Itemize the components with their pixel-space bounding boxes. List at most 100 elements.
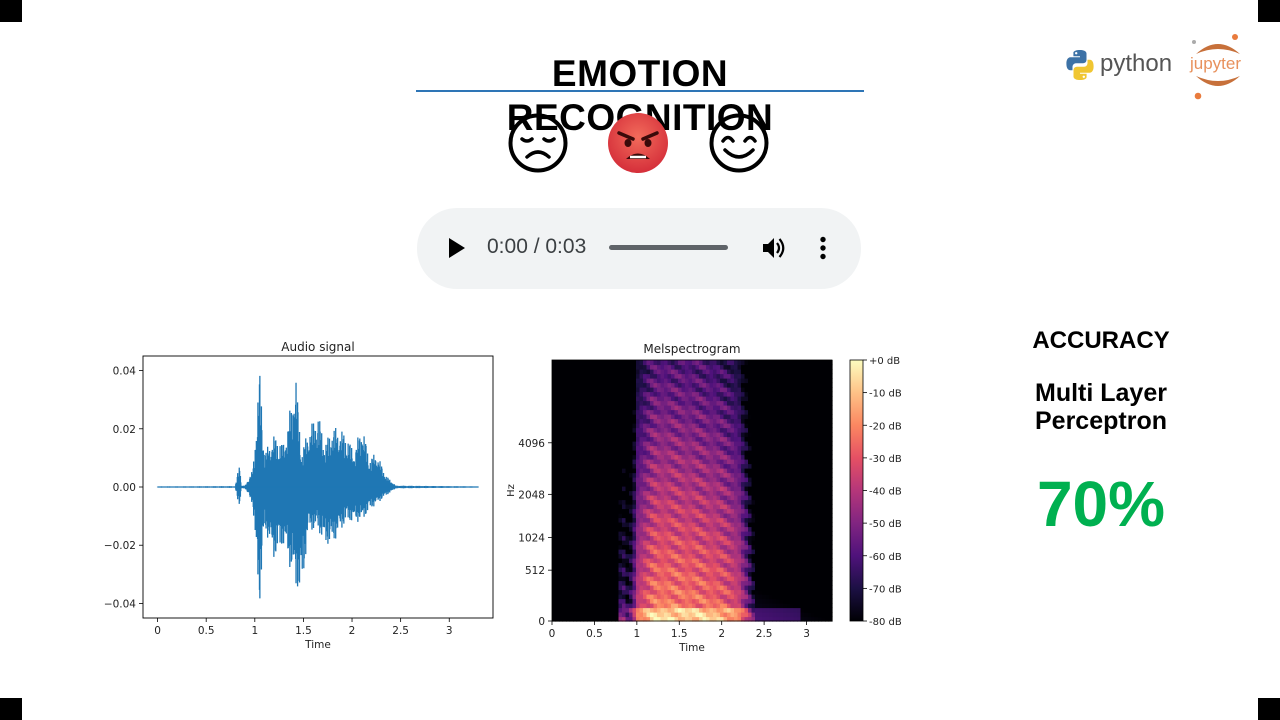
spectrogram-cell xyxy=(646,513,651,519)
spectrogram-cell xyxy=(793,432,798,438)
spectrogram-cell xyxy=(800,598,805,604)
spectrogram-cell xyxy=(639,549,644,555)
spectrogram-cell xyxy=(625,387,630,393)
spectrogram-cell xyxy=(825,445,830,451)
spectrogram-cell xyxy=(636,486,641,492)
play-icon[interactable] xyxy=(447,237,467,259)
spectrogram-cell xyxy=(625,378,630,384)
spectrogram-cell xyxy=(706,481,711,487)
spectrogram-cell xyxy=(737,364,742,370)
spectrogram-cell xyxy=(758,423,763,429)
spectrogram-cell xyxy=(755,463,760,469)
spectrogram-cell xyxy=(650,409,655,415)
spectrogram-cell xyxy=(727,441,732,447)
spectrogram-cell xyxy=(562,450,567,456)
spectrogram-cell xyxy=(632,459,637,465)
spectrogram-cell xyxy=(702,558,707,564)
spectrogram-cell xyxy=(681,513,686,519)
spectrogram-cell xyxy=(765,378,770,384)
spectrogram-cell xyxy=(825,400,830,406)
spectrogram-cell xyxy=(643,463,648,469)
spectrogram-cell xyxy=(552,400,557,406)
spectrogram-cell xyxy=(755,459,760,465)
spectrogram-cell xyxy=(664,576,669,582)
spectrogram-cell xyxy=(688,535,693,541)
spectrogram-cell xyxy=(622,558,627,564)
spectrogram-cell xyxy=(716,567,721,573)
spectrogram-cell xyxy=(716,571,721,577)
spectrogram-cell xyxy=(566,463,571,469)
spectrogram-cell xyxy=(636,427,641,433)
spectrogram-cell xyxy=(818,580,823,586)
spectrogram-cell xyxy=(643,373,648,379)
spectrogram-cell xyxy=(552,441,557,447)
spectrogram-cell xyxy=(807,576,812,582)
spectrogram-cell xyxy=(727,360,732,366)
spectrogram-cell xyxy=(807,495,812,501)
spectrogram-cell xyxy=(674,454,679,460)
spectrogram-cell xyxy=(569,418,574,424)
spectrogram-cell xyxy=(807,369,812,375)
spectrogram-cell xyxy=(674,432,679,438)
spectrogram-cell xyxy=(678,414,683,420)
spectrogram-cell xyxy=(755,405,760,411)
spectrogram-cell xyxy=(807,427,812,433)
spectrogram-cell xyxy=(597,490,602,496)
spectrogram-cell xyxy=(685,531,690,537)
spectrogram-cell xyxy=(758,373,763,379)
spectrogram-cell xyxy=(685,468,690,474)
spectrogram-cell xyxy=(667,580,672,586)
spectrogram-cell xyxy=(559,508,564,514)
spectrogram-cell xyxy=(664,441,669,447)
spectrogram-cell xyxy=(601,450,606,456)
spectrogram-cell xyxy=(818,436,823,442)
spectrogram-cell xyxy=(590,481,595,487)
spectrogram-cell xyxy=(580,463,585,469)
spectrogram-cell xyxy=(786,378,791,384)
spectrogram-cell xyxy=(597,607,602,613)
spectrogram-cell xyxy=(688,603,693,609)
spectrogram-cell xyxy=(667,531,672,537)
spectrogram-cell xyxy=(576,531,581,537)
spectrogram-cell xyxy=(618,580,623,586)
spectrogram-cell xyxy=(597,373,602,379)
spectrogram-cell xyxy=(671,414,676,420)
spectrogram-cell xyxy=(625,391,630,397)
spectrogram-cell xyxy=(639,454,644,460)
seek-bar[interactable] xyxy=(609,245,728,250)
spectrogram-cell xyxy=(657,387,662,393)
spectrogram-cell xyxy=(685,364,690,370)
spectrogram-cell xyxy=(566,360,571,366)
spectrogram-cell xyxy=(751,378,756,384)
spectrogram-cell xyxy=(814,423,819,429)
spectrogram-cell xyxy=(730,432,735,438)
spectrogram-cell xyxy=(758,409,763,415)
spectrogram-cell xyxy=(653,369,658,375)
spectrogram-cell xyxy=(555,495,560,501)
spectrogram-cell xyxy=(685,607,690,613)
more-options-icon[interactable] xyxy=(817,236,829,260)
spectrogram-cell xyxy=(573,562,578,568)
spectrogram-cell xyxy=(769,463,774,469)
spectrogram-cell xyxy=(713,517,718,523)
spectrogram-cell xyxy=(776,373,781,379)
volume-icon[interactable] xyxy=(762,236,788,260)
spectrogram-cell xyxy=(695,427,700,433)
spectrogram-cell xyxy=(604,468,609,474)
spectrogram-cell xyxy=(776,418,781,424)
spectrogram-cell xyxy=(702,571,707,577)
spectrogram-cell xyxy=(559,490,564,496)
spectrogram-cell xyxy=(709,477,714,483)
spectrogram-cell xyxy=(818,450,823,456)
spectrogram-cell xyxy=(657,499,662,505)
spectrogram-cell xyxy=(730,450,735,456)
audio-player[interactable]: 0:00 / 0:03 xyxy=(417,208,861,289)
spectrogram-cell xyxy=(786,553,791,559)
spectrogram-cell xyxy=(699,589,704,595)
spectrogram-cell xyxy=(681,436,686,442)
spectrogram-cell xyxy=(604,427,609,433)
spectrogram-cell xyxy=(709,468,714,474)
spectrogram-cell xyxy=(559,589,564,595)
spectrogram-cell xyxy=(716,526,721,532)
spectrogram-cell xyxy=(779,526,784,532)
